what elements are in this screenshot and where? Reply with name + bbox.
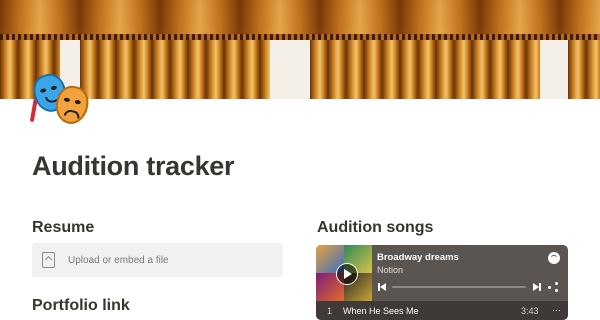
playlist-owner[interactable]: Notion xyxy=(377,265,403,275)
track-row[interactable]: 1 When He Sees Me 3:43 ··· xyxy=(316,301,568,320)
spotify-embed[interactable]: Broadway dreams Notion 1 When He Sees Me… xyxy=(316,245,568,320)
upload-label: Upload or embed a file xyxy=(68,254,169,266)
songs-heading[interactable]: Audition songs xyxy=(317,219,433,237)
next-track-icon[interactable] xyxy=(533,283,541,291)
page-icon-theater-masks-icon[interactable] xyxy=(29,70,92,127)
curtain-drape xyxy=(310,40,540,99)
previous-track-icon[interactable] xyxy=(378,283,386,291)
share-icon[interactable] xyxy=(548,282,559,292)
file-upload-icon xyxy=(42,252,55,268)
curtain-drape xyxy=(80,40,270,99)
portfolio-heading[interactable]: Portfolio link xyxy=(32,297,130,315)
spotify-logo-icon[interactable] xyxy=(548,252,560,264)
playlist-title[interactable]: Broadway dreams xyxy=(377,252,459,263)
play-icon[interactable] xyxy=(336,263,358,285)
curtain-drape xyxy=(568,40,600,99)
page-title[interactable]: Audition tracker xyxy=(32,151,235,182)
more-options-icon[interactable]: ··· xyxy=(552,305,561,315)
page-cover-image[interactable] xyxy=(0,0,600,99)
window-light xyxy=(540,40,568,99)
curtain-valance xyxy=(0,0,600,38)
upload-file-block[interactable]: Upload or embed a file xyxy=(32,243,283,277)
window-light xyxy=(270,40,310,99)
progress-bar[interactable] xyxy=(392,286,526,288)
resume-heading[interactable]: Resume xyxy=(32,219,94,237)
